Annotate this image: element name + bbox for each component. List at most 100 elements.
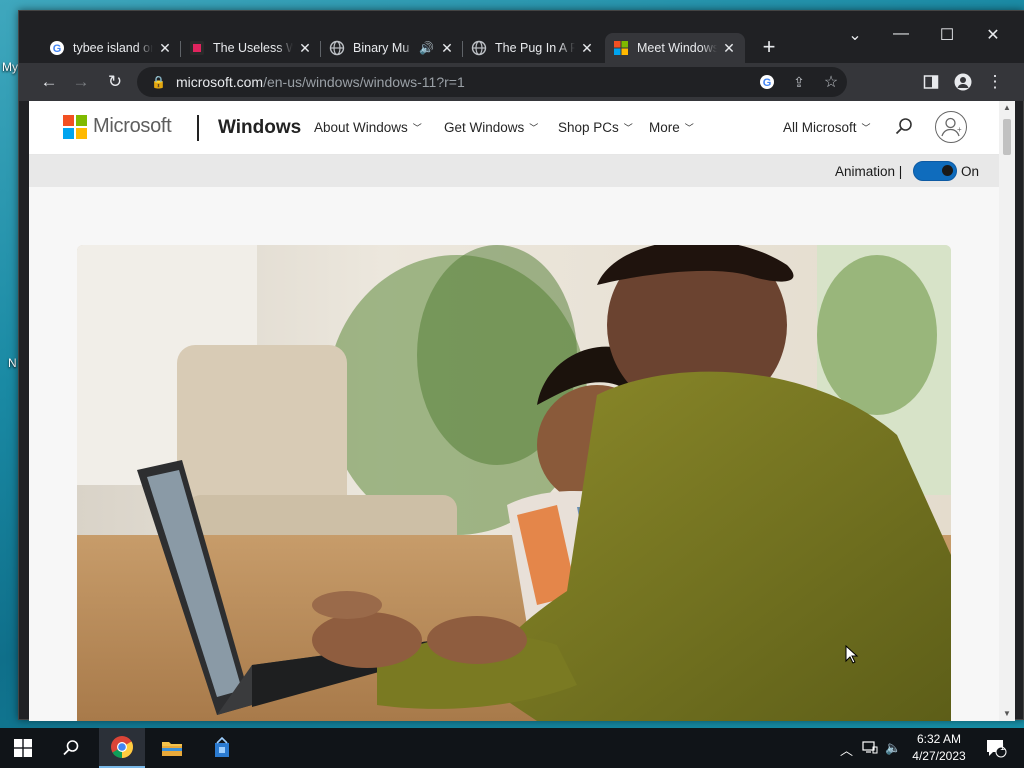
nav-label: More — [649, 120, 680, 135]
scroll-thumb[interactable] — [1003, 119, 1011, 155]
app-taskbar-button[interactable] — [199, 728, 245, 768]
sign-in-avatar-icon[interactable]: + — [935, 111, 967, 143]
chrome-taskbar-button[interactable] — [99, 728, 145, 768]
google-lens-icon[interactable]: G — [751, 74, 783, 90]
forward-button[interactable]: → — [69, 70, 93, 94]
microsoft-logo-icon[interactable] — [63, 115, 87, 139]
minimize-button[interactable]: — — [889, 25, 913, 43]
windows-start-icon — [14, 739, 32, 757]
chevron-down-icon: ﹀ — [861, 123, 871, 133]
clock-time: 6:32 AM — [916, 732, 962, 746]
reload-button[interactable]: ↻ — [103, 70, 127, 94]
new-tab-button[interactable]: + — [759, 36, 779, 58]
profile-icon[interactable] — [951, 70, 975, 94]
nav-label: Get Windows — [444, 120, 525, 135]
browser-toolbar: ← → ↻ 🔒 microsoft.com/en-us/windows/wind… — [19, 63, 1024, 101]
clock-date: 4/27/2023 — [912, 749, 966, 763]
url-host: microsoft.com — [175, 74, 264, 90]
desktop-icon-label[interactable]: N — [8, 356, 17, 370]
url-path: /en-us/windows/windows-11?r=1 — [263, 74, 465, 90]
tab-title: The Useless W — [213, 41, 293, 55]
scroll-down-arrow-icon[interactable]: ▼ — [999, 707, 1015, 721]
nav-get-windows[interactable]: Get Windows ﹀ — [444, 120, 538, 135]
nav-label: Shop PCs — [558, 120, 619, 135]
taskbar: ︿ 🔈 6:32 AM 4/27/2023 1 — [0, 728, 1024, 768]
address-bar[interactable]: 🔒 microsoft.com/en-us/windows/windows-11… — [137, 67, 847, 97]
chevron-down-icon: ﹀ — [623, 123, 633, 133]
nav-more[interactable]: More ﹀ — [649, 120, 694, 135]
tab-binary-music[interactable]: Binary Mu 🔊 ✕ — [321, 33, 463, 63]
tab-pug[interactable]: The Pug In A R ✕ — [463, 33, 603, 63]
chrome-icon — [111, 736, 133, 758]
tab-search-chevron-icon[interactable]: ⌄ — [843, 25, 867, 45]
close-tab-icon[interactable]: ✕ — [721, 40, 737, 57]
tab-title: Meet Windows — [637, 41, 717, 55]
folder-icon — [162, 742, 182, 756]
nav-about-windows[interactable]: About Windows ﹀ — [314, 120, 422, 135]
nav-label: About Windows — [314, 120, 408, 135]
tab-title: Binary Mu — [353, 41, 410, 55]
show-hidden-icons-chevron-icon[interactable]: ︿ — [840, 740, 853, 759]
browser-window: G tybee island or ✕ The Useless W ✕ Bina… — [18, 10, 1024, 721]
tab-useless-web[interactable]: The Useless W ✕ — [181, 33, 321, 63]
notification-count: 1 — [1000, 742, 1006, 752]
tab-title: The Pug In A R — [495, 41, 575, 55]
lock-icon[interactable]: 🔒 — [151, 75, 166, 89]
chevron-down-icon: ﹀ — [412, 123, 422, 133]
desktop-icon-label[interactable]: My — [2, 60, 18, 74]
close-window-button[interactable]: ✕ — [981, 25, 1005, 45]
file-explorer-taskbar-button[interactable] — [149, 728, 195, 768]
tab-meet-windows[interactable]: Meet Windows ✕ — [605, 33, 745, 63]
search-icon[interactable] — [893, 116, 915, 138]
network-icon[interactable] — [862, 740, 878, 757]
hero-image — [77, 245, 951, 721]
search-icon — [63, 740, 79, 756]
animation-state: On — [961, 164, 980, 179]
animation-toggle[interactable] — [913, 161, 957, 181]
svg-text:G: G — [763, 77, 772, 89]
chevron-down-icon: ﹀ — [684, 123, 694, 133]
speaker-icon[interactable]: 🔊 — [419, 41, 434, 55]
volume-icon[interactable]: 🔈 — [885, 740, 901, 756]
brand-name[interactable]: Microsoft — [93, 115, 172, 138]
tab-tybee-island[interactable]: G tybee island or ✕ — [41, 33, 181, 63]
useless-web-icon — [189, 40, 205, 56]
svg-text:G: G — [53, 43, 62, 55]
tab-strip: G tybee island or ✕ The Useless W ✕ Bina… — [19, 11, 1024, 63]
page-scrollbar[interactable]: ▲ ▼ — [999, 101, 1015, 721]
mouse-cursor-icon — [845, 645, 859, 664]
close-tab-icon[interactable]: ✕ — [297, 40, 313, 57]
site-header: Microsoft Windows About Windows ﹀ Get Win… — [29, 101, 999, 155]
tab-title: tybee island or — [73, 41, 153, 55]
close-tab-icon[interactable]: ✕ — [157, 40, 173, 57]
menu-kebab-icon[interactable]: ⋮ — [983, 70, 1007, 94]
action-center-button[interactable]: 1 — [976, 728, 1016, 768]
windows-logo-icon — [613, 40, 629, 56]
animation-bar: Animation | On — [29, 155, 999, 187]
search-taskbar-button[interactable] — [48, 728, 94, 768]
chevron-down-icon: ﹀ — [529, 123, 539, 133]
svg-text:+: + — [957, 125, 962, 134]
app-icon — [215, 737, 229, 757]
share-icon[interactable]: ⇪ — [783, 74, 815, 91]
hero-illustration — [77, 245, 951, 721]
bookmark-star-icon[interactable]: ☆ — [815, 72, 847, 92]
nav-label: All Microsoft — [783, 120, 857, 135]
web-page: Microsoft Windows About Windows ﹀ Get Win… — [29, 101, 999, 721]
globe-icon — [329, 40, 345, 56]
nav-shop-pcs[interactable]: Shop PCs ﹀ — [558, 120, 633, 135]
scroll-up-arrow-icon[interactable]: ▲ — [999, 101, 1015, 115]
product-name[interactable]: Windows — [218, 117, 301, 139]
close-tab-icon[interactable]: ✕ — [579, 40, 595, 57]
maximize-button[interactable]: ☐ — [935, 25, 959, 45]
header-divider — [197, 115, 199, 141]
close-tab-icon[interactable]: ✕ — [439, 40, 455, 57]
globe-icon — [471, 40, 487, 56]
back-button[interactable]: ← — [37, 70, 61, 94]
system-clock[interactable]: 6:32 AM 4/27/2023 — [904, 731, 974, 765]
nav-all-microsoft[interactable]: All Microsoft ﹀ — [783, 120, 871, 135]
animation-label: Animation | — [835, 164, 903, 179]
google-icon: G — [49, 40, 65, 56]
side-panel-icon[interactable] — [919, 70, 943, 94]
start-button[interactable] — [0, 728, 46, 768]
